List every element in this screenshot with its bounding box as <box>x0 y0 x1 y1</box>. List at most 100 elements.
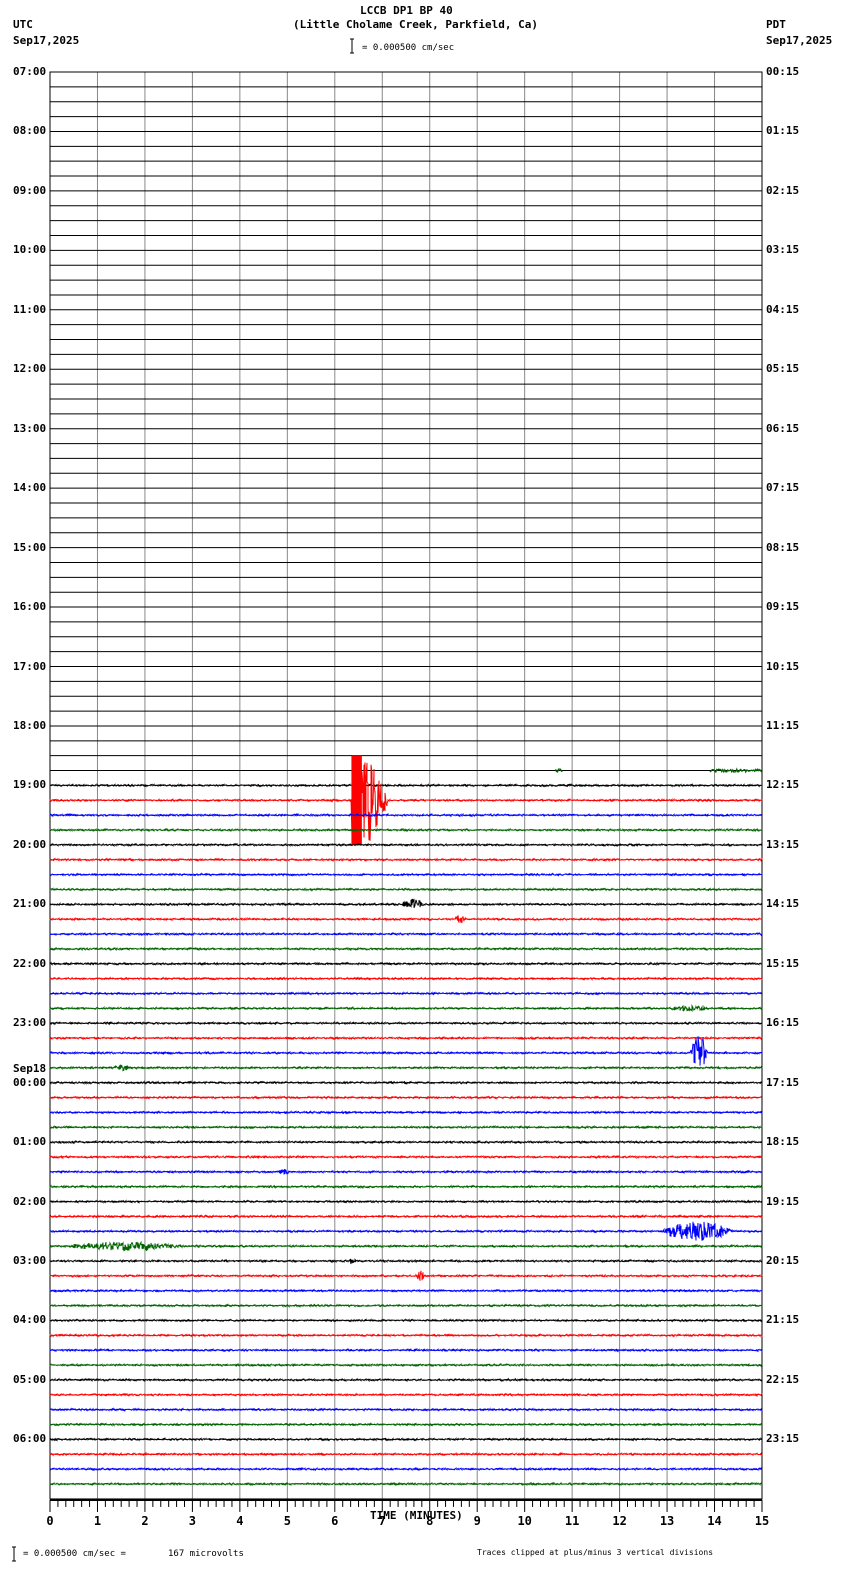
clipped-event <box>351 755 362 845</box>
seismogram-plot: 0 1 2 3 4 5 6 7 8 9 10 11 12 13 14 15 <box>12 38 769 1562</box>
seismic-trace <box>49 1036 763 1066</box>
pdt-hour-label: 06:15 <box>766 421 800 435</box>
footer-scale-bar-icon <box>12 1546 16 1562</box>
seismic-trace <box>49 1437 763 1442</box>
utc-hour-label: 16:00 <box>13 600 47 614</box>
seismic-trace <box>49 961 763 966</box>
seismic-trace <box>49 1124 763 1130</box>
seismic-trace <box>49 1110 763 1115</box>
utc-hour-label: 09:00 <box>13 183 47 197</box>
pdt-hour-label: 16:15 <box>766 1016 800 1030</box>
pdt-hour-label: 08:15 <box>766 540 800 554</box>
seismic-trace <box>49 1095 762 1100</box>
utc-hour-label: 10:00 <box>13 243 47 257</box>
x-tick-label: 6 <box>331 1514 338 1528</box>
utc-hour-label: 22:00 <box>13 956 47 970</box>
x-tick-label: 10 <box>517 1514 531 1528</box>
utc-hour-label: 05:00 <box>13 1372 47 1386</box>
x-tick-label: 4 <box>236 1514 243 1528</box>
partial-trace <box>709 767 763 774</box>
utc-hour-label: 02:00 <box>13 1194 47 1208</box>
utc-hour-label: 00:00 <box>13 1075 47 1089</box>
seismic-trace <box>49 915 763 923</box>
seismic-trace <box>49 1199 763 1204</box>
utc-hour-label: 08:00 <box>13 124 47 138</box>
scale-bar-icon <box>350 38 354 54</box>
seismic-trace <box>49 1318 763 1323</box>
utc-hour-label: 17:00 <box>13 659 47 673</box>
seismic-trace <box>49 1003 763 1013</box>
utc-hour-label: 07:00 <box>13 65 47 78</box>
seismic-trace <box>49 872 763 877</box>
seismic-trace <box>49 1347 763 1353</box>
utc-hour-label: 21:00 <box>13 897 47 911</box>
seismic-trace <box>49 931 763 937</box>
seismic-trace <box>49 1139 763 1145</box>
pdt-hour-label: 12:15 <box>766 778 800 792</box>
utc-hour-label: 04:00 <box>13 1313 47 1327</box>
pdt-hour-label: 20:15 <box>766 1254 800 1267</box>
pdt-hour-label: 23:15 <box>766 1432 800 1446</box>
seismic-trace <box>49 1466 763 1472</box>
seismic-trace <box>49 812 762 818</box>
seismic-trace <box>49 976 763 981</box>
pdt-hour-label: 21:15 <box>766 1313 800 1327</box>
utc-hour-label: 23:00 <box>13 1016 47 1030</box>
seismic-trace <box>49 1481 763 1487</box>
utc-hour-label: 18:00 <box>13 718 47 732</box>
x-tick-label: 3 <box>189 1514 196 1528</box>
x-tick-label: 15 <box>755 1514 769 1528</box>
seismic-trace <box>49 1221 763 1241</box>
seismic-trace <box>49 1184 763 1190</box>
seismic-trace <box>49 1240 763 1252</box>
seismic-trace <box>49 887 763 892</box>
utc-hour-label: 01:00 <box>13 1135 47 1149</box>
pdt-hour-label: 01:15 <box>766 124 800 138</box>
pdt-hour-label: 13:15 <box>766 837 800 851</box>
utc-hour-label: 11:00 <box>13 302 47 316</box>
date-change-label: Sep18 <box>13 1061 47 1075</box>
utc-hour-label: 19:00 <box>13 778 47 792</box>
pdt-hour-label: 14:15 <box>766 897 800 911</box>
utc-hour-label: 15:00 <box>13 540 47 554</box>
seismic-trace <box>49 1064 763 1072</box>
pdt-hour-label: 09:15 <box>766 600 800 614</box>
seismic-trace <box>49 1080 763 1085</box>
seismic-trace <box>49 1168 763 1175</box>
seismic-trace <box>49 842 763 848</box>
seismic-trace <box>49 783 763 788</box>
seismic-trace <box>49 1362 763 1368</box>
pdt-hour-label: 18:15 <box>766 1135 800 1149</box>
seismic-trace <box>49 857 763 862</box>
pdt-hour-label: 03:15 <box>766 243 800 257</box>
seismic-trace <box>49 1020 763 1026</box>
pdt-hour-label: 07:15 <box>766 481 800 495</box>
x-tick-label: 5 <box>284 1514 291 1528</box>
seismic-trace <box>49 1258 763 1265</box>
seismic-trace <box>49 1214 763 1219</box>
x-tick-label: 9 <box>474 1514 481 1528</box>
x-tick-label: 13 <box>660 1514 674 1528</box>
utc-hour-label: 03:00 <box>13 1254 47 1267</box>
seismic-trace <box>49 1288 763 1293</box>
seismic-trace <box>49 1451 763 1457</box>
seismic-trace <box>49 1303 763 1308</box>
seismic-trace <box>49 1392 763 1398</box>
pdt-hour-label: 19:15 <box>766 1194 800 1208</box>
pdt-hour-label: 05:15 <box>766 362 800 376</box>
pdt-hour-label: 17:15 <box>766 1075 800 1089</box>
x-tick-label: 12 <box>612 1514 626 1528</box>
x-tick-label: 14 <box>707 1514 721 1528</box>
seismic-trace <box>49 1333 763 1338</box>
seismic-trace <box>49 1407 763 1412</box>
seismic-trace <box>49 991 763 996</box>
seismic-trace <box>49 1154 763 1160</box>
seismic-trace <box>49 1035 763 1041</box>
utc-hour-label: 12:00 <box>13 362 47 376</box>
seismic-trace <box>49 827 763 833</box>
utc-hour-label: 13:00 <box>13 421 47 435</box>
seismic-trace <box>49 1377 763 1383</box>
utc-hour-label: 20:00 <box>13 837 47 851</box>
pdt-hour-label: 04:15 <box>766 302 800 316</box>
utc-hour-label: 14:00 <box>13 481 47 495</box>
